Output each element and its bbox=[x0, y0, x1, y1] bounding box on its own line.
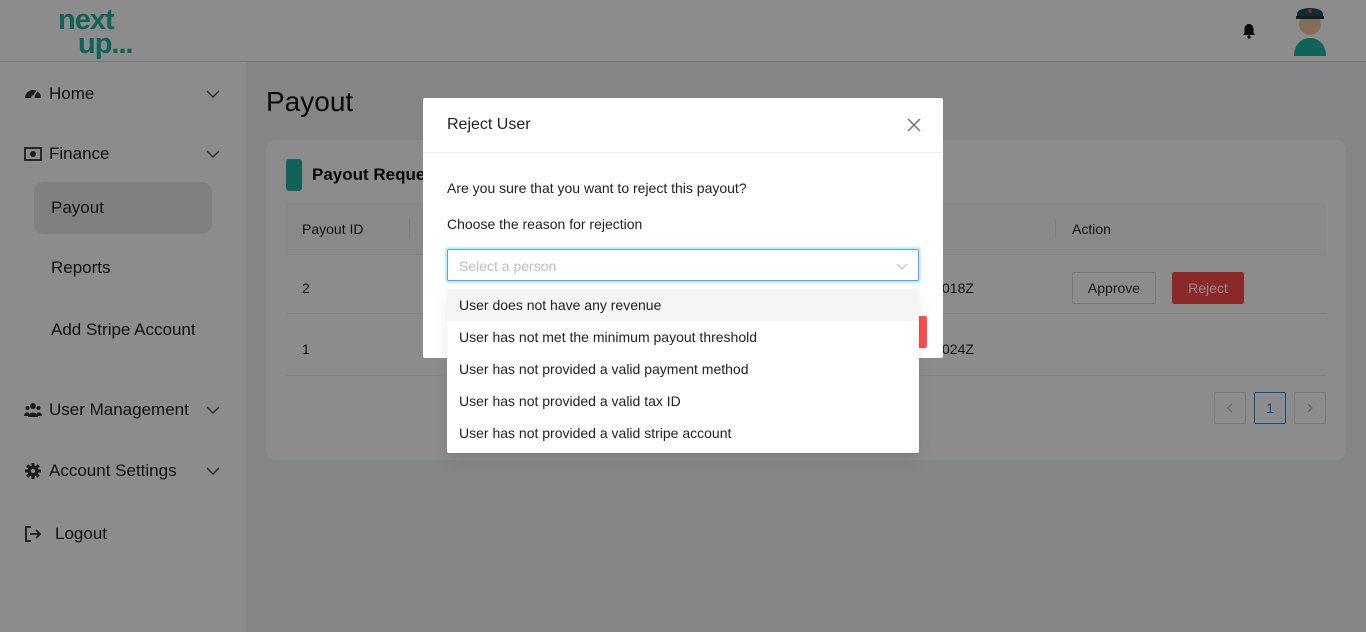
modal-header: Reject User bbox=[423, 98, 943, 153]
select-placeholder: Select a person bbox=[459, 258, 557, 274]
dropdown-option[interactable]: User does not have any revenue bbox=[447, 289, 919, 321]
rejection-reason-select[interactable]: Select a person bbox=[447, 249, 919, 281]
chevron-down-icon bbox=[896, 263, 908, 270]
close-icon[interactable] bbox=[905, 116, 923, 134]
dropdown-option[interactable]: User has not provided a valid payment me… bbox=[447, 353, 919, 385]
dropdown-option[interactable]: User has not provided a valid tax ID bbox=[447, 385, 919, 417]
rejection-reason-dropdown: User does not have any revenue User has … bbox=[447, 289, 919, 453]
modal-title: Reject User bbox=[447, 116, 531, 133]
dropdown-option[interactable]: User has not provided a valid stripe acc… bbox=[447, 417, 919, 449]
dropdown-option[interactable]: User has not met the minimum payout thre… bbox=[447, 321, 919, 353]
reason-label: Choose the reason for rejection bbox=[447, 216, 643, 232]
confirm-question: Are you sure that you want to reject thi… bbox=[447, 180, 747, 196]
